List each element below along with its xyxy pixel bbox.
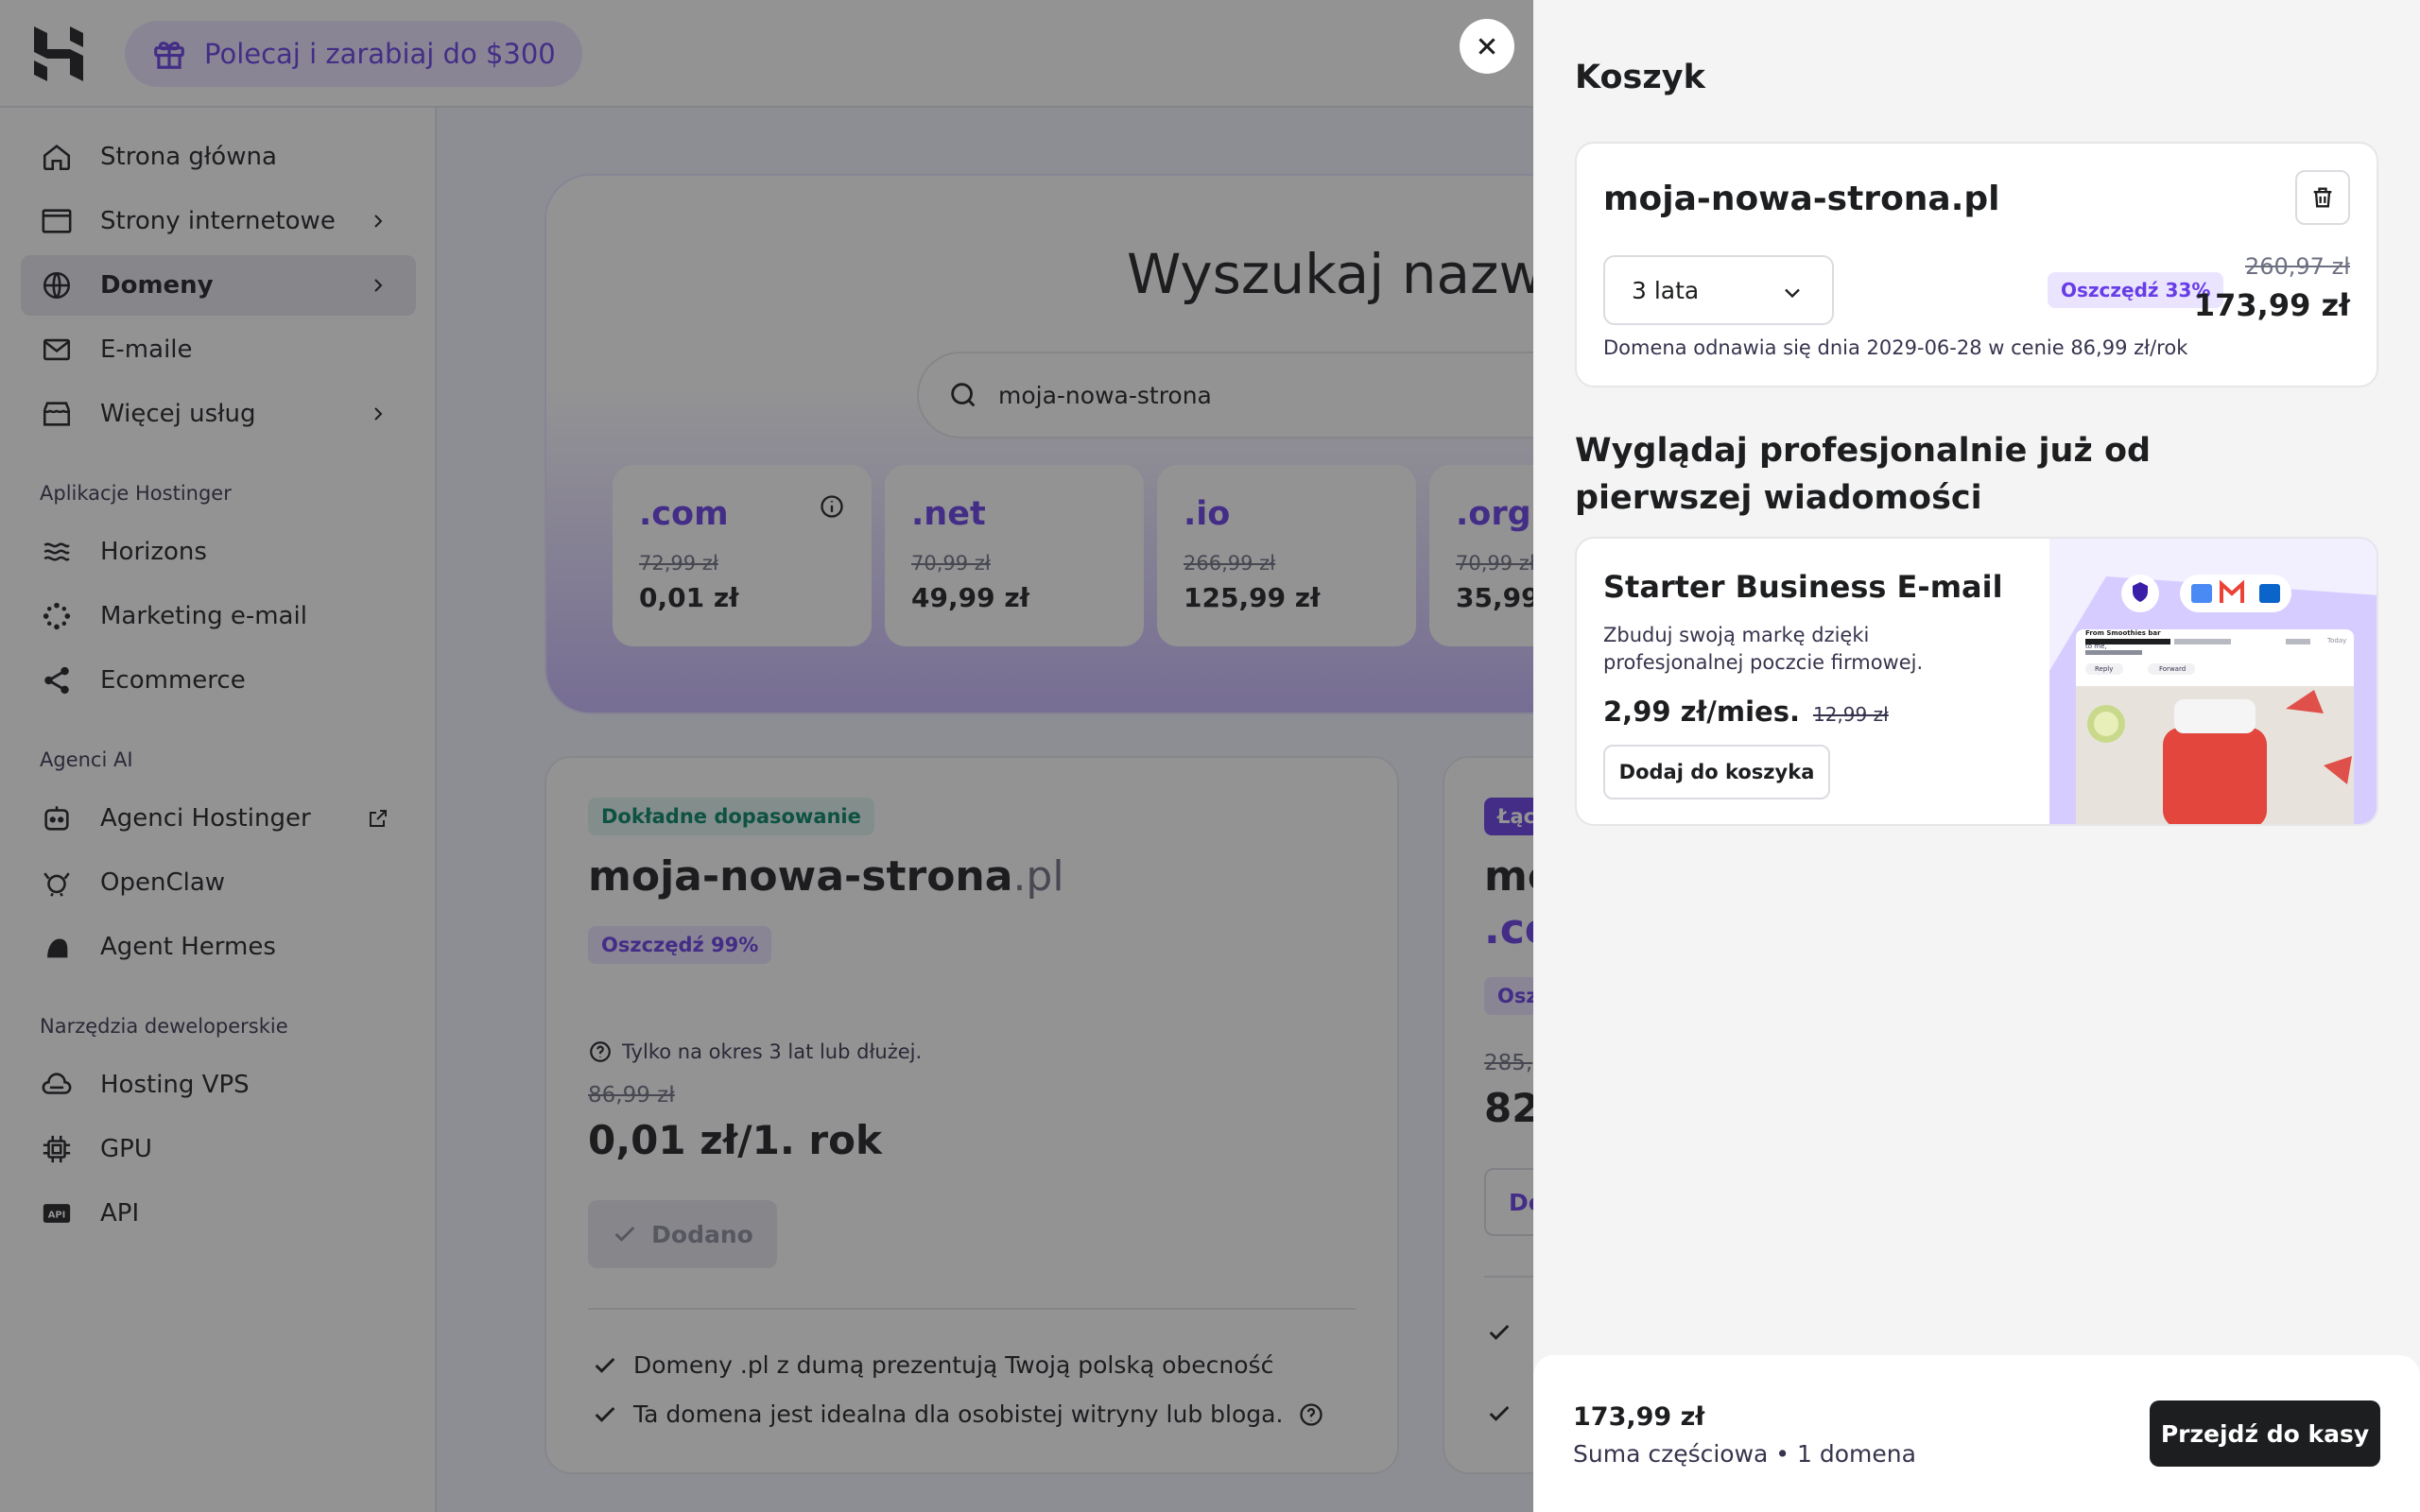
mockup-date: Today	[2327, 637, 2347, 644]
remove-item-button[interactable]	[2295, 170, 2350, 225]
email-old-price: 12,99 zł	[1812, 703, 1889, 726]
email-product-description: Zbuduj swoją markę dzięki profesjonalnej…	[1603, 624, 1924, 674]
cart-item-old-price: 260,97 zł	[2244, 253, 2350, 280]
cart-title: Koszyk	[1575, 59, 1705, 96]
close-cart-button[interactable]	[1460, 19, 1514, 74]
mockup-forward-button: Forward	[2159, 665, 2187, 673]
close-icon	[1478, 38, 1495, 55]
add-to-cart-label: Dodaj do koszyka	[1618, 761, 1815, 783]
trash-icon	[2313, 187, 2332, 208]
renewal-info: Domena odnawia się dnia 2029-06-28 w cen…	[1603, 336, 2188, 359]
period-select[interactable]: 3 lata	[1603, 255, 1834, 325]
cart-footer: 173,99 zł Suma częściowa • 1 domena Prze…	[1533, 1355, 2420, 1512]
modal-backdrop[interactable]	[0, 0, 1533, 1512]
email-upsell-card: Starter Business E-mail Zbuduj swoją mar…	[1575, 537, 2378, 826]
checkout-button[interactable]: Przejdź do kasy	[2150, 1400, 2380, 1467]
email-product-illustration: From Smoothies bar to me, Reply Forward …	[2049, 539, 2377, 824]
mockup-recipient: to me,	[2085, 643, 2107, 650]
checkout-button-label: Przejdź do kasy	[2160, 1419, 2370, 1448]
email-product-price: 2,99 zł/mies. 12,99 zł	[1603, 696, 1889, 728]
cart-subtotal-label: Suma częściowa • 1 domena	[1573, 1440, 1916, 1468]
period-select-value: 3 lata	[1632, 276, 1700, 304]
email-product-name: Starter Business E-mail	[1603, 569, 2003, 605]
mockup-reply-button: Reply	[2095, 665, 2114, 673]
cart-item: moja-nowa-strona.pl 3 lata Oszczędź 33% …	[1575, 142, 2378, 387]
cart-item-price: 173,99 zł	[2193, 287, 2350, 323]
chevron-down-icon	[1785, 288, 1800, 299]
cart-drawer: Koszyk moja-nowa-strona.pl 3 lata Oszczę…	[1533, 0, 2420, 1512]
upsell-title: Wyglądaj profesjonalnie już od pierwszej…	[1575, 432, 2152, 517]
email-price-value: 2,99 zł/mies.	[1603, 696, 1800, 728]
email-mockup-image	[2049, 539, 2377, 824]
cart-total: 173,99 zł	[1573, 1402, 1705, 1432]
add-to-cart-button[interactable]: Dodaj do koszyka	[1603, 745, 1830, 799]
cart-item-domain: moja-nowa-strona.pl	[1603, 180, 2000, 218]
mockup-sender: From Smoothies bar	[2085, 629, 2161, 637]
